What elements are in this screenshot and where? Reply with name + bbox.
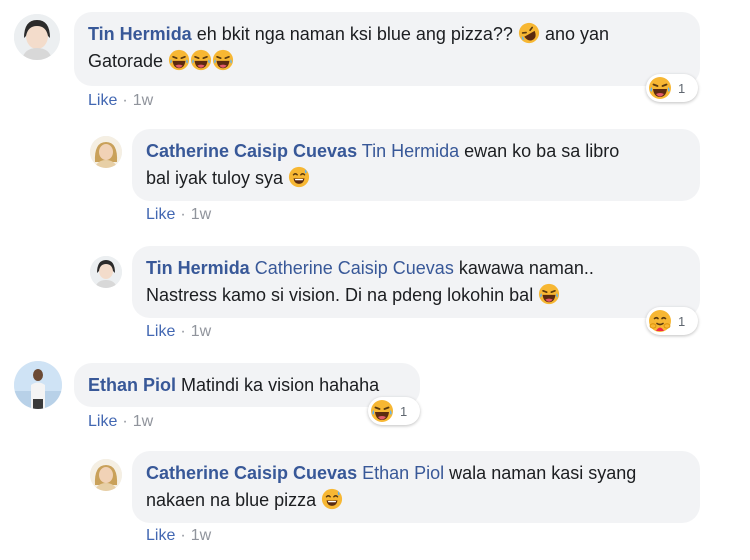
sweat-smile-emoji-icon [288, 166, 310, 188]
timestamp[interactable]: 1w [133, 92, 153, 109]
timestamp[interactable]: 1w [133, 413, 153, 430]
tears-of-joy-emoji-icon [168, 49, 190, 71]
comment-actions: Like · 1w [88, 92, 153, 110]
reaction-summary[interactable]: 1 [368, 397, 420, 425]
comment-text: kawawa naman.. [458, 258, 594, 278]
tears-of-joy-emoji-icon [212, 49, 234, 71]
avatar[interactable] [14, 14, 60, 60]
avatar[interactable] [90, 136, 122, 168]
haha-reaction-icon [648, 76, 672, 100]
comment-ethan-piol: Ethan Piol Matindi ka vision hahaha 1 Li… [0, 355, 750, 445]
rofl-emoji-icon [518, 22, 540, 44]
like-button[interactable]: Like [88, 413, 117, 430]
like-button[interactable]: Like [88, 92, 117, 109]
tears-of-joy-emoji-icon [190, 49, 212, 71]
care-reaction-icon [648, 309, 672, 333]
comment-text: ano yan [544, 24, 610, 44]
mention-link[interactable]: Tin Hermida [362, 141, 459, 161]
comment-bubble: Tin Hermida Catherine Caisip Cuevas kawa… [132, 246, 700, 318]
comment-author[interactable]: Tin Hermida [146, 258, 250, 278]
comment-actions: Like · 1w [146, 527, 211, 545]
mention-link[interactable]: Ethan Piol [362, 463, 444, 483]
avatar[interactable] [14, 361, 62, 409]
comment-author[interactable]: Catherine Caisip Cuevas [146, 463, 357, 483]
comment-author[interactable]: Catherine Caisip Cuevas [146, 141, 357, 161]
reaction-summary[interactable]: 1 [646, 307, 698, 335]
timestamp[interactable]: 1w [191, 527, 211, 544]
comment-tin-hermida: Tin Hermida eh bkit nga naman ksi blue a… [0, 0, 750, 120]
reaction-count: 1 [400, 403, 408, 419]
mention-link[interactable]: Catherine Caisip Cuevas [255, 258, 454, 278]
comment-bubble: Tin Hermida eh bkit nga naman ksi blue a… [74, 12, 700, 86]
comment-actions: Like · 1w [88, 413, 153, 431]
reply-tin-hermida: Tin Hermida Catherine Caisip Cuevas kawa… [0, 240, 750, 350]
comment-author[interactable]: Ethan Piol [88, 375, 176, 395]
comment-bubble: Ethan Piol Matindi ka vision hahaha [74, 363, 420, 407]
reply-catherine-caisip-cuevas: Catherine Caisip Cuevas Tin Hermida ewan… [0, 120, 750, 230]
comment-text: Matindi ka vision hahaha [181, 375, 380, 395]
comment-author[interactable]: Tin Hermida [88, 24, 192, 44]
separator: · [122, 92, 128, 109]
reaction-count: 1 [678, 313, 686, 329]
haha-reaction-icon [370, 399, 394, 423]
comment-actions: Like · 1w [146, 206, 211, 224]
reply-catherine-caisip-cuevas: Catherine Caisip Cuevas Ethan Piol wala … [0, 445, 750, 560]
reaction-summary[interactable]: 1 [646, 74, 698, 102]
comment-bubble: Catherine Caisip Cuevas Tin Hermida ewan… [132, 129, 700, 201]
timestamp[interactable]: 1w [191, 323, 211, 340]
comment-text: eh bkit nga naman ksi blue ang pizza?? [196, 24, 513, 44]
separator: · [180, 527, 186, 544]
avatar[interactable] [90, 256, 122, 288]
timestamp[interactable]: 1w [191, 206, 211, 223]
like-button[interactable]: Like [146, 323, 175, 340]
comment-text: Nastress kamo si vision. Di na pdeng lok… [146, 285, 534, 305]
comment-bubble: Catherine Caisip Cuevas Ethan Piol wala … [132, 451, 700, 523]
comment-actions: Like · 1w [146, 323, 211, 341]
avatar[interactable] [90, 459, 122, 491]
comment-text: ewan ko ba sa libro [464, 141, 620, 161]
separator: · [180, 323, 186, 340]
like-button[interactable]: Like [146, 206, 175, 223]
comment-text: Gatorade [88, 51, 164, 71]
reaction-count: 1 [678, 80, 686, 96]
comment-text: bal iyak tuloy sya [146, 168, 284, 188]
separator: · [180, 206, 186, 223]
tears-of-joy-emoji-icon [538, 283, 560, 305]
comment-text: wala naman kasi syang [449, 463, 637, 483]
sweat-smile-emoji-icon [321, 488, 343, 510]
separator: · [122, 413, 128, 430]
like-button[interactable]: Like [146, 527, 175, 544]
comment-text: nakaen na blue pizza [146, 490, 317, 510]
